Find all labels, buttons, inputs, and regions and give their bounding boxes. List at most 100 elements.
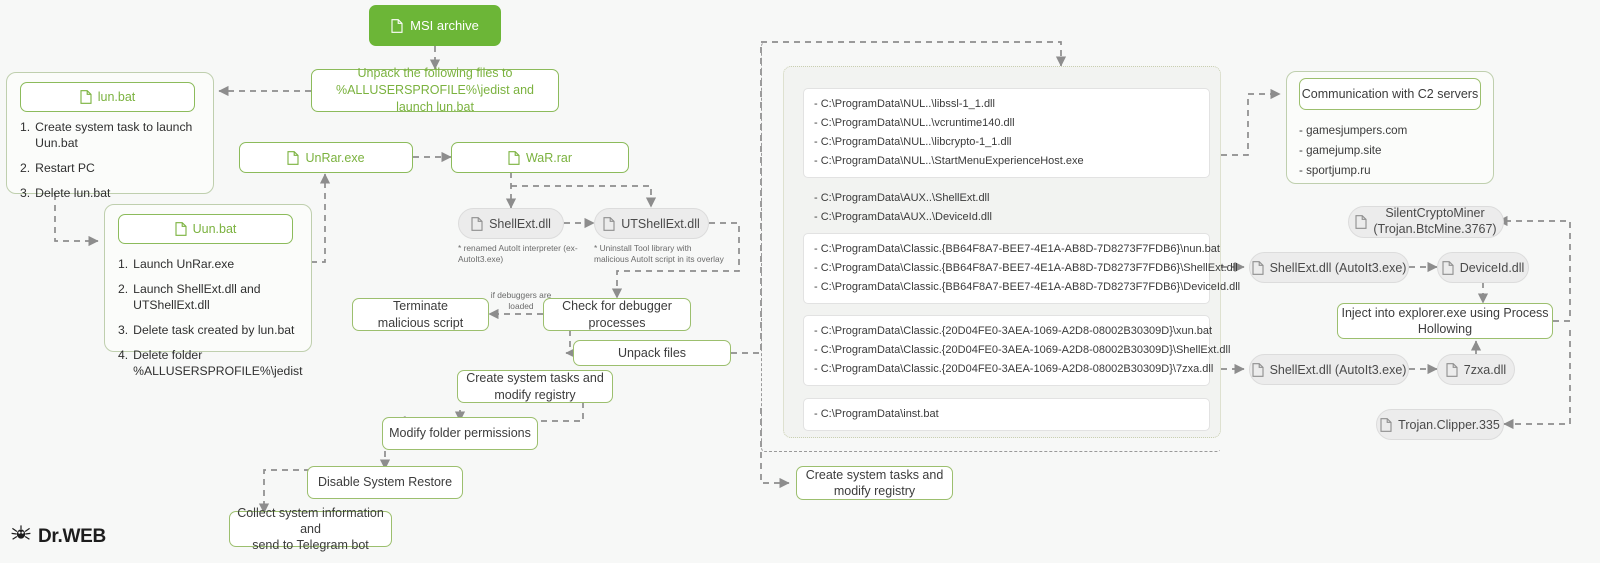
path-group-aux: - C:\ProgramData\AUX..\ShellExt.dll - C:…	[803, 182, 1210, 234]
node-disable-restore[interactable]: Disable System Restore	[307, 466, 463, 499]
list-item: 1. Create system task to launch Uun.bat	[20, 119, 196, 151]
node-silent-crypto-miner[interactable]: SilentCryptoMiner (Trojan.BtcMine.3767)	[1348, 206, 1504, 238]
node-lun-bat[interactable]: lun.bat	[20, 82, 195, 112]
step-number: 1.	[118, 257, 129, 271]
node-unpack-files[interactable]: Unpack files	[573, 340, 731, 366]
node-unpack-files-label: Unpack files	[617, 345, 687, 360]
path-row: - C:\ProgramData\Classic.{20D04FE0-3AEA-…	[814, 325, 1213, 337]
path-row: - C:\ProgramData\NUL..\libssl-1_1.dll	[814, 98, 995, 110]
node-unpack-launch[interactable]: Unpack the following files to %ALLUSERSP…	[311, 66, 559, 114]
step-number: 1.	[20, 120, 31, 134]
drweb-logo: Dr.WEB	[10, 524, 106, 549]
step-text: Restart PC	[35, 161, 95, 176]
file-icon	[508, 150, 520, 165]
node-uun-bat[interactable]: Uun.bat	[118, 214, 293, 244]
node-utshellext-dll-label: UTShellExt.dll	[621, 216, 700, 231]
node-deviceid-dll-label: DeviceId.dll	[1459, 260, 1525, 275]
drweb-logo-text: Dr.WEB	[38, 525, 106, 547]
node-shellext-dll[interactable]: ShellExt.dll	[458, 208, 564, 239]
step-number: 3.	[118, 323, 129, 338]
node-7zxa-dll[interactable]: 7zxa.dll	[1437, 354, 1515, 385]
node-check-debugger-label: Check for debugger processes	[562, 299, 672, 330]
node-modify-permissions-label: Modify folder permissions	[389, 426, 531, 441]
node-check-debugger[interactable]: Check for debugger processes	[543, 298, 691, 331]
path-row: - C:\ProgramData\AUX..\ShellExt.dll	[814, 192, 990, 204]
path-row: - C:\ProgramData\inst.bat	[814, 408, 939, 420]
node-msi-archive[interactable]: MSI archive	[369, 5, 501, 46]
terminate-line-1: Terminate	[393, 299, 448, 314]
list-item: 3. Delete lun.bat	[20, 185, 196, 201]
step-text: Launch ShellExt.dll and UTShellExt.dll	[133, 282, 261, 313]
node-c2-title[interactable]: Communication with C2 servers	[1299, 78, 1481, 110]
node-unrar-exe[interactable]: UnRar.exe	[239, 142, 413, 173]
node-utshellext-dll[interactable]: UTShellExt.dll	[594, 208, 709, 239]
path-row: - C:\ProgramData\Classic.{20D04FE0-3AEA-…	[814, 362, 1214, 375]
terminate-line-2: malicious script	[377, 315, 464, 330]
uun-bat-steps: 1. Launch UnRar.exe 2. Launch ShellExt.dll…	[118, 256, 303, 389]
step-text: Delete folder %ALLUSERSPROFILE%\jedist	[133, 348, 303, 379]
file-icon	[287, 150, 300, 165]
path-row: - C:\ProgramData\Classic.{20D04FE0-3AEA-…	[814, 343, 1231, 356]
step-number: 3.	[20, 186, 31, 201]
create-tasks-left-line-1: Create system tasks and	[466, 371, 604, 386]
list-item: 3. Delete task created by lun.bat	[118, 322, 298, 338]
inject-explorer-line-1: Inject into explorer.exe using Process	[1341, 305, 1549, 320]
node-shellext-autoit-2[interactable]: ShellExt.dll (AutoIt3.exe)	[1249, 354, 1409, 385]
list-item: 1. Launch UnRar.exe	[118, 256, 298, 272]
step-text: Create system task to launch Uun.bat	[35, 120, 193, 151]
node-7zxa-dll-label: 7zxa.dll	[1463, 362, 1507, 377]
node-war-rar[interactable]: WaR.rar	[451, 142, 629, 173]
file-icon	[1252, 260, 1264, 275]
file-icon	[175, 222, 187, 236]
inject-explorer-line-2: Hollowing	[1417, 322, 1473, 336]
node-shellext-autoit-1[interactable]: ShellExt.dll (AutoIt3.exe)	[1249, 252, 1409, 283]
file-icon	[391, 18, 403, 33]
create-tasks-center-line-1: Create system tasks and	[805, 467, 944, 482]
node-c2-title-label: Communication with C2 servers	[1301, 86, 1479, 101]
collect-info-line-1: Collect system information and	[237, 505, 384, 536]
path-group-classic-20d0: - C:\ProgramData\Classic.{20D04FE0-3AEA-…	[803, 315, 1231, 386]
step-text: Delete task created by lun.bat	[133, 323, 295, 338]
node-deviceid-dll[interactable]: DeviceId.dll	[1437, 252, 1529, 283]
c2-item: - gamesjumpers.com	[1299, 124, 1408, 137]
node-trojan-clipper[interactable]: Trojan.Clipper.335	[1376, 409, 1504, 440]
note-shellext: * renamed AutoIt interpreter (ex-AutoIt3…	[458, 243, 578, 264]
node-create-tasks-left[interactable]: Create system tasks and modify registry	[457, 370, 613, 403]
path-group-classic-bb64: - C:\ProgramData\Classic.{BB64F8A7-BEE7-…	[803, 233, 1240, 304]
node-trojan-clipper-label: Trojan.Clipper.335	[1398, 417, 1500, 432]
node-create-tasks-center[interactable]: Create system tasks and modify registry	[796, 466, 953, 500]
node-shellext-autoit-2-label: ShellExt.dll (AutoIt3.exe)	[1269, 362, 1407, 377]
node-modify-permissions[interactable]: Modify folder permissions	[382, 417, 538, 450]
step-text: Launch UnRar.exe	[133, 257, 235, 271]
file-icon	[1442, 260, 1454, 275]
node-disable-restore-label: Disable System Restore	[317, 475, 453, 490]
node-shellext-autoit-1-label: ShellExt.dll (AutoIt3.exe)	[1269, 260, 1407, 275]
c2-server-list: - gamesjumpers.com - gamejump.site - spo…	[1299, 121, 1481, 181]
path-group-inst: - C:\ProgramData\inst.bat	[803, 398, 1210, 431]
diagram-canvas: MSI archive Unpack the following files t…	[0, 0, 1600, 563]
file-icon	[1252, 362, 1264, 377]
file-icon	[603, 216, 615, 231]
list-item: 4. Delete folder %ALLUSERSPROFILE%\jedist	[118, 347, 303, 379]
node-war-rar-label: WaR.rar	[525, 150, 573, 165]
path-row: - C:\ProgramData\Classic.{BB64F8A7-BEE7-…	[814, 261, 1238, 274]
path-group-nul: - C:\ProgramData\NUL..\libssl-1_1.dll - …	[803, 88, 1210, 178]
step-number: 4.	[118, 348, 129, 363]
node-unpack-launch-label: Unpack the following files to %ALLUSERSP…	[335, 66, 534, 114]
list-item: 2. Launch ShellExt.dll and UTShellExt.dll	[118, 281, 298, 313]
collect-info-line-2: send to Telegram bot	[252, 538, 369, 553]
step-number: 2.	[118, 282, 129, 297]
path-row: - C:\ProgramData\Classic.{BB64F8A7-BEE7-…	[814, 243, 1220, 255]
file-icon	[1446, 362, 1458, 377]
node-shellext-dll-label: ShellExt.dll	[489, 216, 551, 231]
step-number: 2.	[20, 161, 31, 176]
file-icon	[1380, 417, 1392, 432]
create-tasks-left-line-2: modify registry	[494, 387, 576, 402]
node-msi-archive-label: MSI archive	[410, 18, 479, 33]
node-collect-info[interactable]: Collect system information and send to T…	[229, 506, 392, 552]
file-icon	[1355, 215, 1367, 229]
file-icon	[471, 216, 483, 231]
node-inject-explorer[interactable]: Inject into explorer.exe using Process H…	[1337, 303, 1553, 339]
create-tasks-center-line-2: modify registry	[833, 484, 916, 498]
node-terminate-script[interactable]: Terminate malicious script	[352, 298, 489, 331]
